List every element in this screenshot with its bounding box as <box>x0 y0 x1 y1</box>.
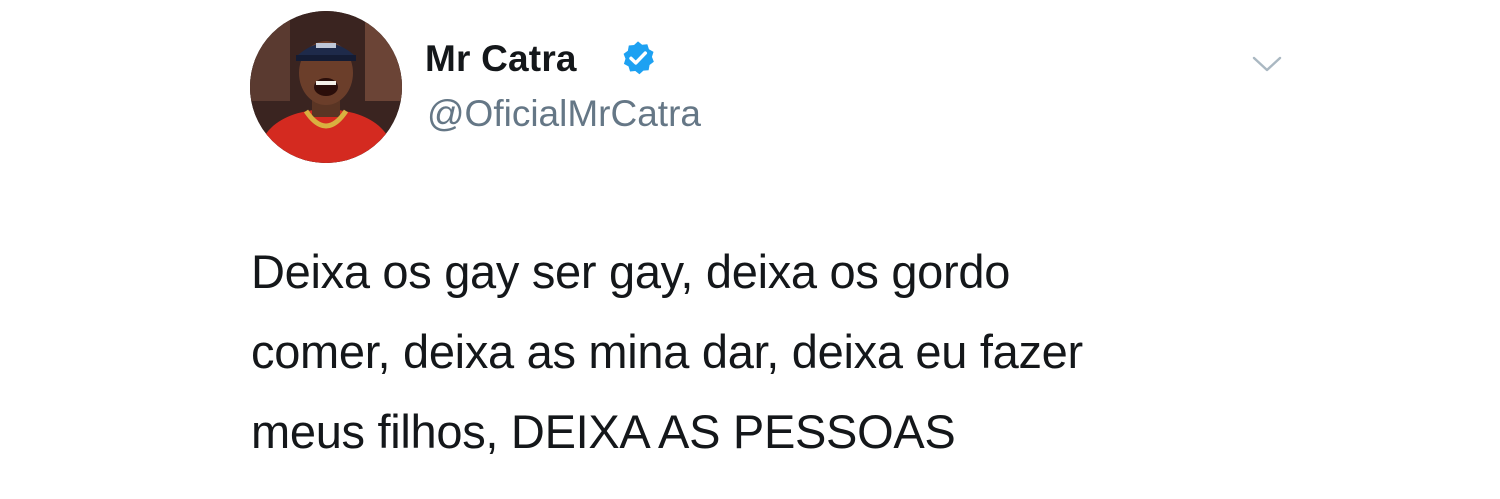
chevron-down-icon[interactable] <box>1251 53 1283 75</box>
tweet-text-line: comer, deixa as mina dar, deixa eu fazer <box>251 325 1083 378</box>
tweet-text-line: Deixa os gay ser gay, deixa os gordo <box>251 245 1011 298</box>
avatar-photo <box>250 11 402 163</box>
verified-badge-icon <box>623 41 654 75</box>
author-display-name[interactable]: Mr Catra <box>425 38 577 80</box>
author-avatar[interactable] <box>250 11 402 163</box>
tweet-text-line: meus filhos, DEIXA AS PESSOAS <box>251 405 956 458</box>
tweet-card: Mr Catra @OficialMrCatra Deixa os gay se… <box>0 0 1500 499</box>
tweet-text: Deixa os gay ser gay, deixa os gordo com… <box>251 232 1311 472</box>
author-handle[interactable]: @OficialMrCatra <box>427 93 701 135</box>
